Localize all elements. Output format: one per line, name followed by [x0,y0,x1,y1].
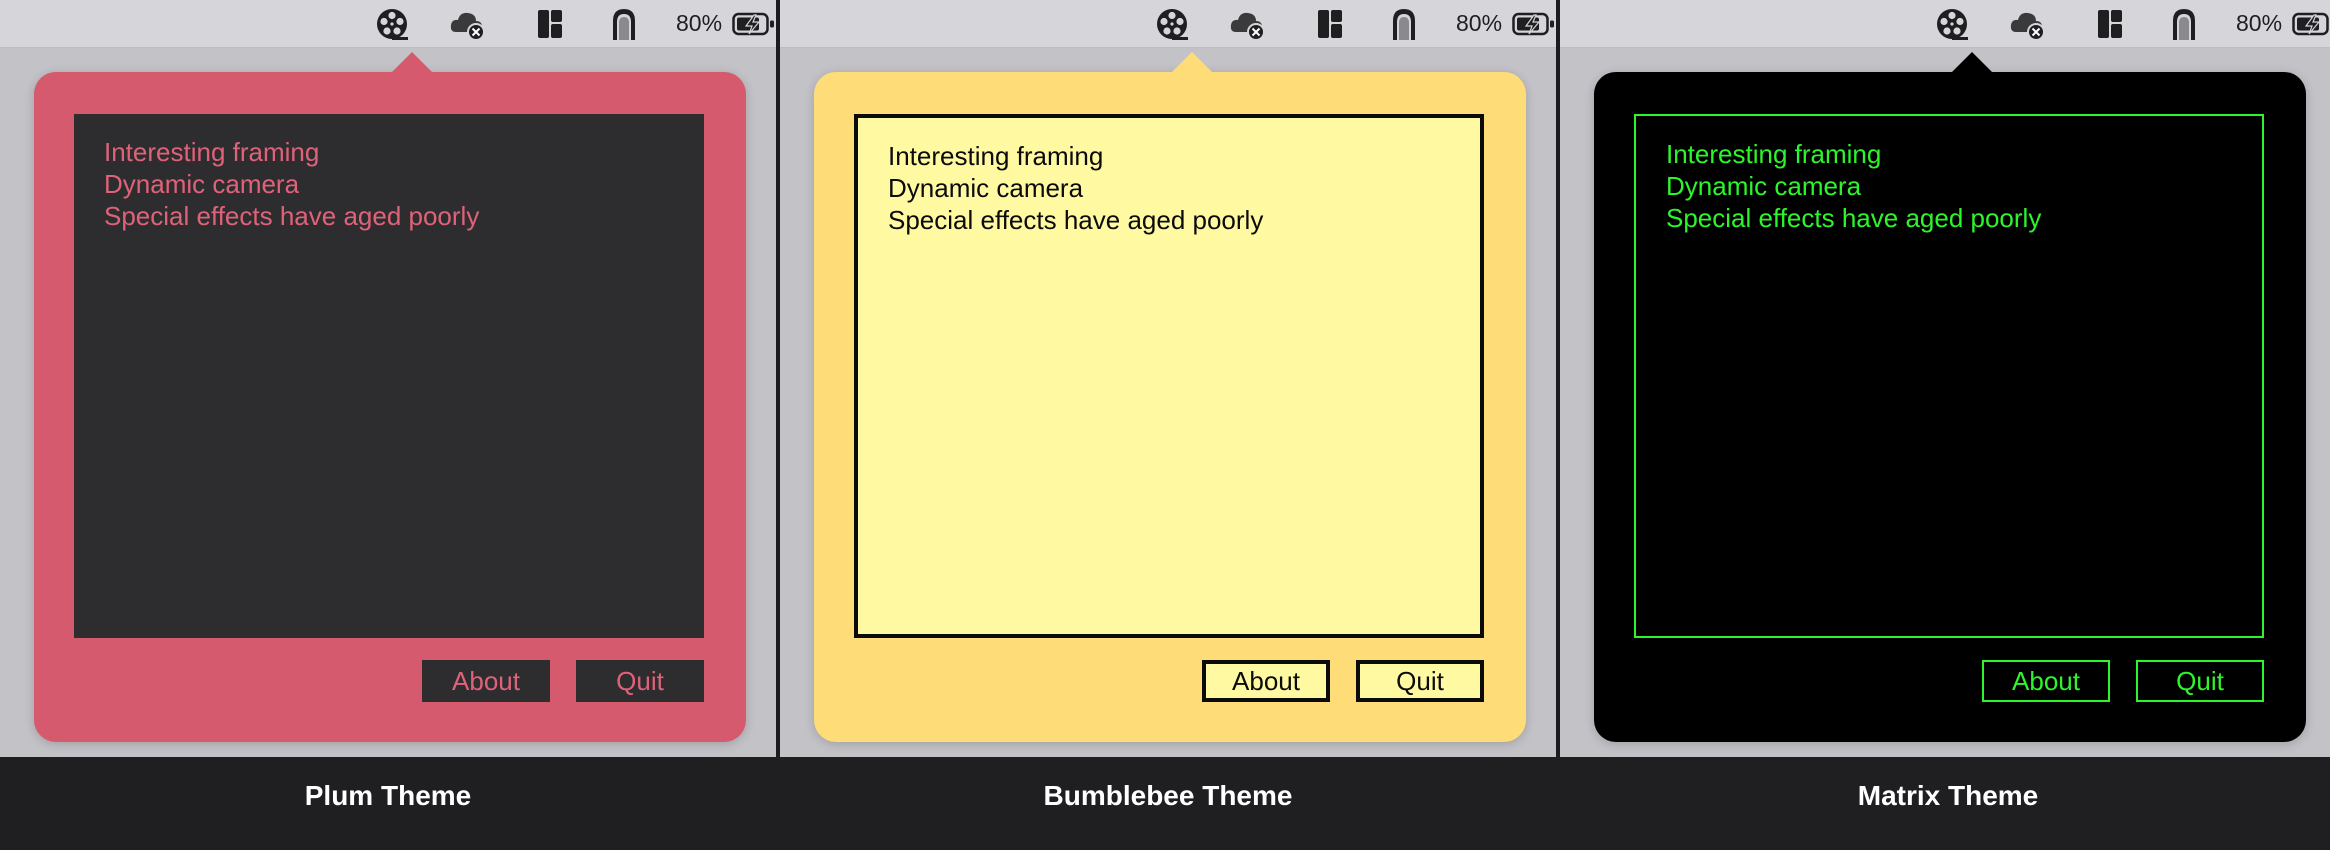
layout-icon[interactable] [1310,6,1350,42]
notes-text-area[interactable]: Interesting framing Dynamic camera Speci… [854,114,1484,638]
about-button[interactable]: About [1982,660,2110,702]
cloud-error-icon[interactable] [1228,6,1268,42]
note-line: Dynamic camera [888,173,1084,203]
note-line: Dynamic camera [104,169,300,199]
note-line: Interesting framing [888,141,1104,171]
arch-icon[interactable] [2164,6,2204,42]
battery-charging-icon[interactable] [1512,12,1556,36]
cloud-error-icon[interactable] [2008,6,2048,42]
battery-percent: 80% [1456,10,1503,36]
battery-percent: 80% [676,10,723,36]
notes-popover: Interesting framing Dynamic camera Speci… [1594,52,2306,742]
film-reel-icon[interactable] [372,6,412,42]
menu-bar: 80% [780,0,1556,48]
notes-text-area[interactable]: Interesting framing Dynamic camera Speci… [74,114,704,638]
popover-pointer [1170,52,1214,74]
note-line: Interesting framing [1666,139,1882,169]
about-button[interactable]: About [1202,660,1330,702]
layout-icon[interactable] [2090,6,2130,42]
theme-caption: Plum Theme [304,780,472,811]
menu-bar: 80% [0,0,776,48]
matrix-theme-panel: 80% Interesting framing Dynamic camera S… [1560,0,2330,757]
notes-text-area[interactable]: Interesting framing Dynamic camera Speci… [1634,114,2264,638]
theme-caption: Bumblebee Theme [1043,780,1293,811]
battery-charging-icon[interactable] [2292,12,2330,36]
battery-charging-icon[interactable] [732,12,776,36]
bumblebee-theme-panel: 80% Interesting framing Dynamic camera S… [780,0,1556,757]
menu-bar: 80% [1560,0,2330,48]
film-reel-icon[interactable] [1152,6,1192,42]
cloud-error-icon[interactable] [448,6,488,42]
note-line: Special effects have aged poorly [888,205,1264,235]
notes-popover: Interesting framing Dynamic camera Speci… [814,52,1526,742]
battery-percent: 80% [2236,10,2283,36]
popover-pointer [390,52,434,74]
quit-button[interactable]: Quit [1356,660,1484,702]
note-line: Special effects have aged poorly [104,201,480,231]
theme-comparison: 80% Interesting framing Dynamic camera S… [0,0,2330,850]
film-reel-icon[interactable] [1932,6,1972,42]
note-line: Dynamic camera [1666,171,1862,201]
quit-button[interactable]: Quit [576,660,704,702]
plum-theme-panel: 80% Interesting framing Dynamic camera S… [0,0,776,757]
arch-icon[interactable] [1384,6,1424,42]
popover-pointer [1950,52,1994,74]
theme-caption: Matrix Theme [1857,780,2039,811]
note-line: Special effects have aged poorly [1666,203,2042,233]
about-button[interactable]: About [422,660,550,702]
quit-button[interactable]: Quit [2136,660,2264,702]
layout-icon[interactable] [530,6,570,42]
arch-icon[interactable] [604,6,644,42]
notes-popover: Interesting framing Dynamic camera Speci… [34,52,746,742]
note-line: Interesting framing [104,137,320,167]
